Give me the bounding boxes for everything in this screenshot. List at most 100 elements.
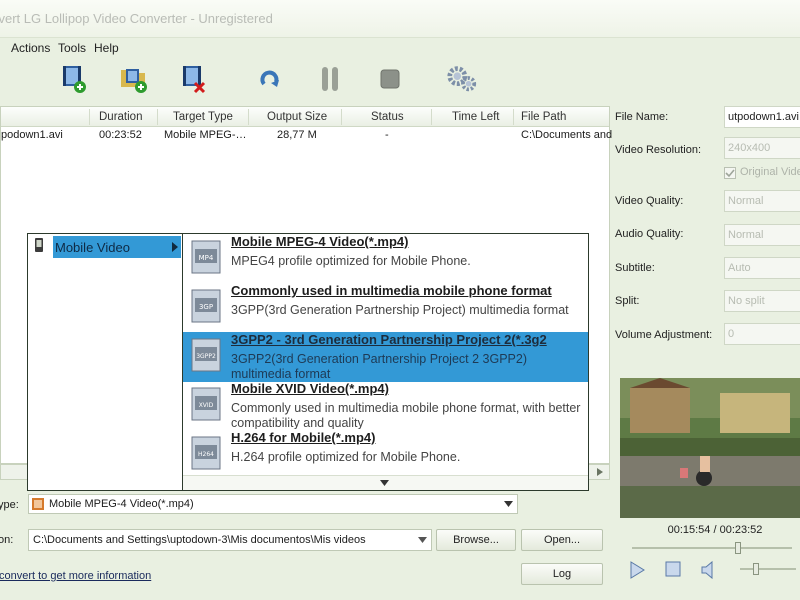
output-folder-label: on: xyxy=(0,534,14,546)
h264-file-icon: H264 xyxy=(191,436,221,470)
cell-target-type: Mobile MPEG-… xyxy=(164,129,247,141)
col-duration[interactable]: Duration xyxy=(99,111,142,123)
video-quality-select[interactable]: Normal xyxy=(724,190,800,212)
format-description: Commonly used in multimedia mobile phone… xyxy=(231,401,581,429)
scroll-down-button[interactable] xyxy=(183,475,588,490)
output-folder-value: C:\Documents and Settings\uptodown-3\Mis… xyxy=(33,534,366,546)
split-select[interactable]: No split xyxy=(724,290,800,312)
register-link[interactable]: convert to get more information xyxy=(0,570,151,582)
svg-text:H264: H264 xyxy=(198,451,214,458)
refresh-icon[interactable] xyxy=(254,62,286,96)
submenu-arrow-icon xyxy=(172,242,178,252)
cell-duration: 00:23:52 xyxy=(99,129,142,141)
file-name-label: File Name: xyxy=(615,111,669,123)
col-output-size[interactable]: Output Size xyxy=(267,111,327,123)
output-type-label: ype: xyxy=(0,499,19,511)
svg-text:XVID: XVID xyxy=(199,402,214,409)
menu-tools[interactable]: Tools xyxy=(58,41,86,55)
svg-text:MP4: MP4 xyxy=(199,254,214,262)
pause-icon[interactable] xyxy=(314,62,346,96)
open-button[interactable]: Open... xyxy=(521,529,603,551)
window-title: onvert LG Lollipop Video Converter - Unr… xyxy=(0,11,273,26)
seek-bar[interactable] xyxy=(632,542,792,554)
audio-quality-label: Audio Quality: xyxy=(615,228,684,240)
checkbox-checked-icon xyxy=(724,167,736,179)
format-option[interactable]: H264 H.264 for Mobile(*.mp4) H.264 profi… xyxy=(183,430,588,480)
play-icon[interactable] xyxy=(627,560,647,580)
format-description: 3GPP(3rd Generation Partnership Project)… xyxy=(231,303,569,317)
properties-panel: File Name: utpodown1.avi Video Resolutio… xyxy=(610,106,800,368)
category-menu: Mobile Video xyxy=(27,233,183,491)
volume-adjustment-label: Volume Adjustment: xyxy=(615,329,713,341)
stop-icon[interactable] xyxy=(374,62,406,96)
audio-quality-select[interactable]: Normal xyxy=(724,224,800,246)
col-status[interactable]: Status xyxy=(371,111,404,123)
format-option[interactable]: 3GP Commonly used in multimedia mobile p… xyxy=(183,283,588,333)
svg-text:3GPP2: 3GPP2 xyxy=(196,353,216,360)
video-preview xyxy=(620,378,800,518)
volume-adjustment-field[interactable]: 0 xyxy=(724,323,800,345)
format-description: H.264 profile optimized for Mobile Phone… xyxy=(231,450,461,464)
3gpp2-file-icon: 3GPP2 xyxy=(191,338,221,372)
cell-file-path: C:\Documents and xyxy=(521,129,613,141)
cell-status: - xyxy=(385,129,389,141)
add-folder-icon[interactable] xyxy=(118,62,150,96)
original-video-checkbox[interactable]: Original Vide xyxy=(724,166,800,182)
svg-text:3GP: 3GP xyxy=(199,303,213,311)
category-mobile-video[interactable]: Mobile Video xyxy=(53,236,181,258)
format-option[interactable]: XVID Mobile XVID Video(*.mp4) Commonly u… xyxy=(183,381,588,431)
film-strip-icon xyxy=(32,498,44,510)
video-resolution-field[interactable]: 240x400 xyxy=(724,137,800,159)
format-option[interactable]: MP4 Mobile MPEG-4 Video(*.mp4) MPEG4 pro… xyxy=(183,234,588,284)
table-row[interactable]: podown1.avi 00:23:52 Mobile MPEG-… 28,77… xyxy=(1,127,613,145)
split-label: Split: xyxy=(615,295,640,307)
title-bar: onvert LG Lollipop Video Converter - Unr… xyxy=(0,0,800,38)
original-video-label: Original Vide xyxy=(740,166,800,178)
scroll-right-arrow-icon[interactable] xyxy=(595,467,605,477)
chevron-down-icon xyxy=(380,480,389,486)
dropdown-arrow-icon xyxy=(504,501,513,507)
seek-thumb[interactable] xyxy=(735,542,742,554)
col-time-left[interactable]: Time Left xyxy=(452,111,500,123)
format-description: MPEG4 profile optimized for Mobile Phone… xyxy=(231,254,471,268)
volume-slider[interactable] xyxy=(740,563,796,575)
format-title: H.264 for Mobile(*.mp4) xyxy=(231,430,376,445)
3gp-file-icon: 3GP xyxy=(191,289,221,323)
log-button[interactable]: Log xyxy=(521,563,603,585)
format-title: Mobile MPEG-4 Video(*.mp4) xyxy=(231,234,409,249)
video-resolution-label: Video Resolution: xyxy=(615,144,702,156)
col-target-type[interactable]: Target Type xyxy=(173,111,233,123)
file-name-field[interactable]: utpodown1.avi xyxy=(724,106,800,128)
subtitle-label: Subtitle: xyxy=(615,262,655,274)
toolbar xyxy=(0,58,610,104)
timecode: 00:15:54 / 00:23:52 xyxy=(667,524,763,536)
format-option-selected[interactable]: 3GPP2 3GPP2 - 3rd Generation Partnership… xyxy=(183,332,588,382)
add-video-icon[interactable] xyxy=(58,62,90,96)
output-folder-select[interactable]: C:\Documents and Settings\uptodown-3\Mis… xyxy=(28,529,432,551)
video-frame-image xyxy=(620,378,800,518)
cell-output-size: 28,77 M xyxy=(277,129,317,141)
speaker-icon[interactable] xyxy=(700,560,718,580)
format-title: Mobile XVID Video(*.mp4) xyxy=(231,381,389,396)
format-description: 3GPP2(3rd Generation Partnership Project… xyxy=(231,352,527,380)
subtitle-select[interactable]: Auto xyxy=(724,257,800,279)
menu-help[interactable]: Help xyxy=(94,41,119,55)
dropdown-arrow-icon xyxy=(418,537,427,543)
mobile-phone-icon xyxy=(35,238,43,252)
output-type-value: Mobile MPEG-4 Video(*.mp4) xyxy=(49,498,194,510)
settings-gears-icon[interactable] xyxy=(446,62,478,96)
format-title: Commonly used in multimedia mobile phone… xyxy=(231,283,552,298)
cell-name: podown1.avi xyxy=(1,129,63,141)
video-quality-label: Video Quality: xyxy=(615,195,684,207)
stop-playback-icon[interactable] xyxy=(664,560,682,578)
column-header: Duration Target Type Output Size Status … xyxy=(1,107,609,127)
browse-button[interactable]: Browse... xyxy=(436,529,516,551)
volume-thumb[interactable] xyxy=(752,563,759,575)
format-menu: MP4 Mobile MPEG-4 Video(*.mp4) MPEG4 pro… xyxy=(182,233,589,491)
mp4-file-icon: MP4 xyxy=(191,240,221,274)
xvid-file-icon: XVID xyxy=(191,387,221,421)
menu-actions[interactable]: Actions xyxy=(11,41,50,55)
col-file-path[interactable]: File Path xyxy=(521,111,566,123)
output-type-select[interactable]: Mobile MPEG-4 Video(*.mp4) xyxy=(28,494,518,514)
remove-video-icon[interactable] xyxy=(178,62,210,96)
